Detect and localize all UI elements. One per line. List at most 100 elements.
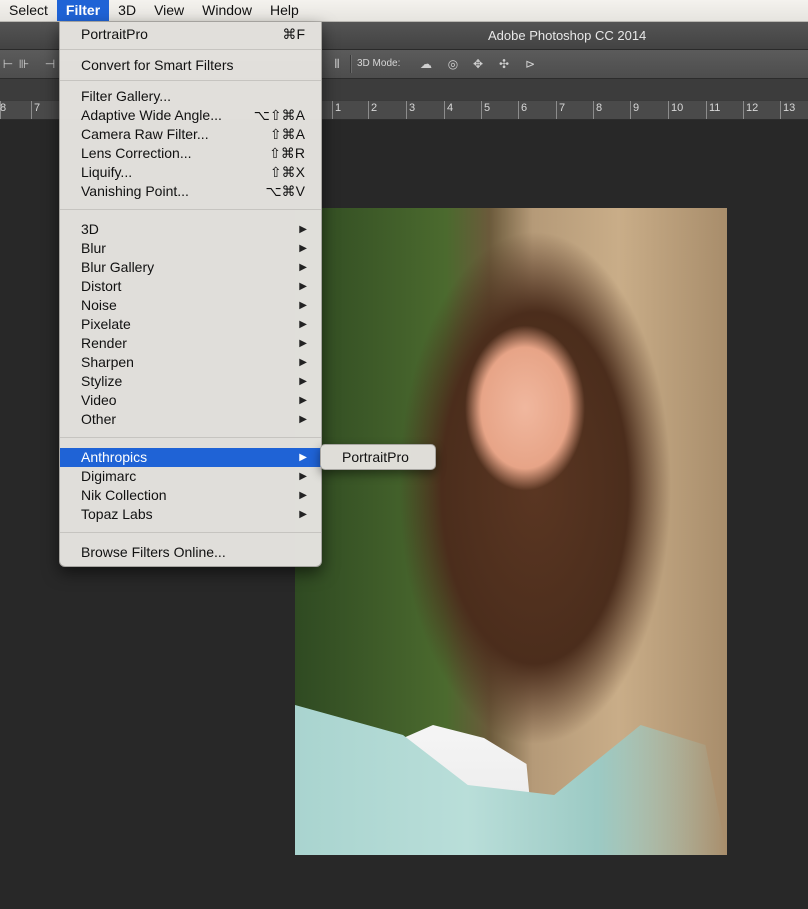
menu-item-video[interactable]: Video ▶	[60, 391, 321, 410]
submenu-arrow-icon: ▶	[299, 414, 307, 425]
submenu-arrow-icon: ▶	[299, 262, 307, 273]
menu-help[interactable]: Help	[261, 0, 308, 21]
menu-item-vanishing-point[interactable]: Vanishing Point... ⌥⌘V	[60, 182, 321, 201]
menu-item-anthropics[interactable]: Anthropics ▶	[60, 448, 321, 467]
canvas-image[interactable]	[295, 208, 727, 855]
ruler-label: 7	[559, 102, 566, 114]
menu-bar: Select Filter 3D View Window Help	[0, 0, 808, 22]
pan-3d-icon[interactable]: ✥	[470, 56, 486, 72]
menu-item-shortcut: ⇧⌘A	[269, 126, 305, 142]
submenu-arrow-icon: ▶	[299, 376, 307, 387]
submenu-arrow-icon: ▶	[299, 357, 307, 368]
align-left-icon[interactable]: ⊢	[0, 56, 16, 72]
menu-item-convert-smart-filters[interactable]: Convert for Smart Filters	[60, 56, 321, 75]
menu-item-adaptive-wide-angle[interactable]: Adaptive Wide Angle... ⌥⇧⌘A	[60, 106, 321, 125]
menu-divider	[60, 209, 321, 210]
ruler-label: 2	[371, 102, 378, 114]
menu-item-liquify[interactable]: Liquify... ⇧⌘X	[60, 163, 321, 182]
menu-item-distort[interactable]: Distort ▶	[60, 277, 321, 296]
menu-item-blur-gallery[interactable]: Blur Gallery ▶	[60, 258, 321, 277]
menu-item-pixelate[interactable]: Pixelate ▶	[60, 315, 321, 334]
submenu-arrow-icon: ▶	[299, 509, 307, 520]
submenu-arrow-icon: ▶	[299, 281, 307, 292]
ruler-label: 10	[671, 102, 684, 114]
menu-filter[interactable]: Filter	[56, 0, 110, 21]
menu-item-label: PortraitPro	[81, 26, 148, 42]
menu-item-label: Video	[81, 392, 117, 408]
menu-item-label: Sharpen	[81, 354, 134, 370]
ruler-label: 3	[409, 102, 416, 114]
menu-item-shortcut: ⇧⌘X	[269, 164, 305, 180]
menu-item-label: Liquify...	[81, 164, 133, 180]
menu-item-blur[interactable]: Blur ▶	[60, 239, 321, 258]
menu-item-digimarc[interactable]: Digimarc ▶	[60, 467, 321, 486]
menu-window[interactable]: Window	[193, 0, 261, 21]
submenu-item-portraitpro[interactable]: PortraitPro	[321, 448, 435, 467]
ruler-label: 8	[596, 102, 603, 114]
ruler-label: 7	[34, 102, 41, 114]
menu-item-browse-filters-online[interactable]: Browse Filters Online...	[60, 543, 321, 562]
slide-3d-icon[interactable]: ✣	[496, 56, 512, 72]
menu-item-label: Adaptive Wide Angle...	[81, 107, 222, 123]
menu-divider	[60, 80, 321, 81]
submenu-arrow-icon: ▶	[299, 243, 307, 254]
menu-item-label: Distort	[81, 278, 122, 294]
align-right-icon[interactable]: ⊣	[42, 56, 58, 72]
menu-item-3d[interactable]: 3D ▶	[60, 220, 321, 239]
menu-item-camera-raw-filter[interactable]: Camera Raw Filter... ⇧⌘A	[60, 125, 321, 144]
menu-item-label: Filter Gallery...	[81, 88, 171, 104]
menu-item-label: Digimarc	[81, 468, 137, 484]
3d-mode-label: 3D Mode:	[357, 58, 401, 69]
ruler-label: 5	[484, 102, 491, 114]
filter-menu: PortraitPro ⌘F Convert for Smart Filters…	[59, 22, 322, 567]
app-title: Adobe Photoshop CC 2014	[488, 28, 647, 43]
menu-item-nik-collection[interactable]: Nik Collection ▶	[60, 486, 321, 505]
ruler-label: 13	[783, 102, 796, 114]
menu-item-topaz-labs[interactable]: Topaz Labs ▶	[60, 505, 321, 524]
scale-3d-icon[interactable]: ⊳	[522, 56, 538, 72]
menu-item-label: 3D	[81, 221, 99, 237]
submenu-arrow-icon: ▶	[299, 300, 307, 311]
menu-item-other[interactable]: Other ▶	[60, 410, 321, 429]
menu-item-sharpen[interactable]: Sharpen ▶	[60, 353, 321, 372]
submenu-arrow-icon: ▶	[299, 452, 307, 463]
menu-item-label: Blur Gallery	[81, 259, 155, 275]
anthropics-submenu: PortraitPro	[320, 444, 436, 470]
menu-item-label: Anthropics	[81, 449, 148, 465]
ruler-label: 12	[746, 102, 759, 114]
align-center-icon[interactable]: ⊪	[16, 56, 32, 72]
menu-divider	[60, 532, 321, 533]
menu-view[interactable]: View	[145, 0, 193, 21]
menu-item-label: Blur	[81, 240, 106, 256]
menu-item-stylize[interactable]: Stylize ▶	[60, 372, 321, 391]
ruler-label: 6	[521, 102, 528, 114]
menu-item-label: Nik Collection	[81, 487, 167, 503]
menu-item-last-filter[interactable]: PortraitPro ⌘F	[60, 25, 321, 44]
menu-item-filter-gallery[interactable]: Filter Gallery...	[60, 87, 321, 106]
menu-item-label: Camera Raw Filter...	[81, 126, 209, 142]
roll-3d-icon[interactable]: ◎	[445, 56, 461, 72]
menu-item-label: Render	[81, 335, 127, 351]
menu-divider	[60, 437, 321, 438]
menu-item-label: Other	[81, 411, 117, 427]
submenu-item-label: PortraitPro	[342, 449, 409, 465]
ruler-label: 11	[709, 102, 721, 114]
menu-divider	[60, 49, 321, 50]
menu-3d[interactable]: 3D	[109, 0, 145, 21]
menu-item-lens-correction[interactable]: Lens Correction... ⇧⌘R	[60, 144, 321, 163]
ruler-label: 1	[335, 102, 342, 114]
menu-item-noise[interactable]: Noise ▶	[60, 296, 321, 315]
menu-item-label: Convert for Smart Filters	[81, 57, 234, 73]
menu-item-shortcut: ⌥⇧⌘A	[253, 107, 305, 123]
submenu-arrow-icon: ▶	[299, 338, 307, 349]
menu-select[interactable]: Select	[0, 0, 57, 21]
ruler-label: 4	[447, 102, 454, 114]
menu-item-label: Noise	[81, 297, 117, 313]
rotate-3d-icon[interactable]: ☁	[418, 56, 434, 72]
menu-item-render[interactable]: Render ▶	[60, 334, 321, 353]
ruler-label: 8	[0, 102, 7, 114]
menu-item-label: Lens Correction...	[81, 145, 192, 161]
menu-item-label: Topaz Labs	[81, 506, 153, 522]
distribute-icon[interactable]: ⫴	[329, 56, 345, 72]
menu-item-shortcut: ⌥⌘V	[265, 183, 305, 199]
